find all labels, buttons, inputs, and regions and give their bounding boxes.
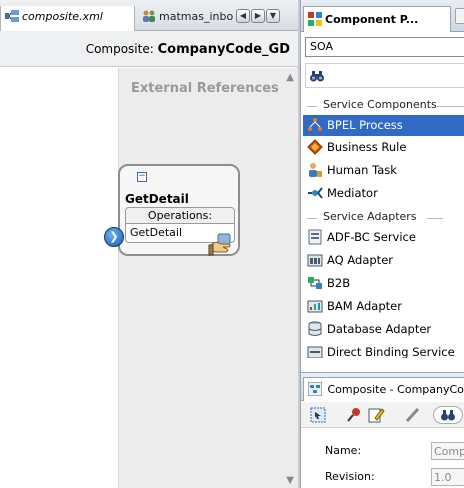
tab-composite-xml[interactable]: composite.xml	[0, 6, 135, 31]
palette-item-label: AQ Adapter	[327, 253, 393, 267]
palette-item-b2b[interactable]: B2B	[303, 273, 464, 294]
service-name: GetDetail	[125, 192, 189, 206]
composite-canvas[interactable]: External References ▲ ▼	[0, 68, 298, 488]
tab-matmas-inbound[interactable]: matmas_inbou	[138, 6, 234, 31]
business-rule-icon	[307, 139, 323, 155]
pin-icon[interactable]	[345, 406, 363, 424]
palette-item-database-adapter[interactable]: Database Adapter	[303, 319, 464, 340]
b2b-icon	[307, 275, 323, 291]
palette-item-direct-binding-service[interactable]: Direct Binding Service	[303, 342, 464, 358]
tab-label: matmas_inbou	[159, 10, 234, 23]
external-references-title: External References	[131, 81, 279, 96]
composite-editor: composite.xml matmas_inbou ◀ ▶ ▼ Composite…	[0, 0, 298, 488]
find-icon[interactable]	[433, 406, 463, 424]
bam-adapter-icon	[307, 298, 323, 314]
revision-field[interactable]: 1.0	[431, 468, 464, 486]
inspector-title: Composite - CompanyCo	[327, 383, 464, 396]
collapse-icon[interactable]: −	[137, 172, 147, 182]
palette-item-aq-adapter[interactable]: AQ Adapter	[303, 250, 464, 271]
tab-scroll-right-button[interactable]: ▶	[251, 9, 265, 23]
palette-item-label: B2B	[327, 276, 351, 290]
external-references-swimlane[interactable]: External References ▲ ▼	[118, 68, 298, 488]
palette-title-bar: Component P...	[301, 0, 464, 32]
group-label: Service Adapters	[321, 210, 419, 223]
aq-adapter-icon	[307, 252, 323, 268]
edit-icon[interactable]	[367, 406, 385, 424]
service-interface-arrow-icon[interactable]: ❯	[104, 227, 124, 247]
binoculars-icon	[309, 68, 325, 84]
mediator-icon	[307, 185, 323, 201]
component-palette-icon	[308, 12, 322, 26]
tab-nav-buttons: ◀ ▶ ▼	[236, 8, 281, 23]
tab-scroll-left-button[interactable]: ◀	[236, 9, 250, 23]
name-field[interactable]: Comp	[431, 442, 464, 460]
group-service-adapters: Service Adapters	[301, 210, 464, 226]
palette-item-bam-adapter[interactable]: BAM Adapter	[303, 296, 464, 317]
palette-item-label: ADF-BC Service	[327, 230, 416, 244]
palette-item-bpel-process[interactable]: BPEL Process	[303, 115, 464, 136]
palette-item-adf-bc-service[interactable]: ADF-BC Service	[303, 227, 464, 248]
bpel-icon	[307, 117, 323, 133]
scroll-down-arrow-icon[interactable]: ▼	[286, 475, 294, 486]
group-label: Service Components	[321, 98, 439, 111]
tab-property-inspector[interactable]: Composite - CompanyCo	[303, 377, 464, 401]
database-adapter-icon	[307, 321, 323, 337]
palette-item-label: Business Rule	[327, 140, 407, 154]
palette-item-business-rule[interactable]: Business Rule	[303, 137, 464, 158]
mediator-people-icon	[142, 10, 156, 22]
scroll-up-arrow-icon[interactable]: ▲	[286, 72, 294, 83]
pencil-icon[interactable]	[403, 406, 421, 424]
composite-header: Composite: CompanyCode_GD	[0, 31, 298, 67]
direct-binding-icon	[307, 344, 323, 358]
group-service-components: Service Components	[301, 98, 464, 114]
palette-item-label: Human Task	[327, 163, 397, 177]
revision-label: Revision:	[325, 470, 375, 483]
editor-tab-bar: composite.xml matmas_inbou ◀ ▶ ▼	[0, 0, 298, 31]
inspector-body: Name: Comp Revision: 1.0	[301, 429, 464, 488]
palette-item-label: BPEL Process	[327, 118, 403, 132]
palette-item-label: Direct Binding Service	[327, 345, 455, 358]
palette-item-mediator[interactable]: Mediator	[303, 183, 464, 204]
composite-name: CompanyCode_GD	[157, 42, 290, 57]
property-inspector: Composite - CompanyCo Name: Comp Revisio…	[300, 372, 464, 488]
palette-item-label: Database Adapter	[327, 322, 432, 336]
tab-component-palette[interactable]: Component P...	[303, 6, 451, 32]
palette-title: Component P...	[325, 13, 419, 26]
composite-icon	[5, 10, 19, 22]
adf-bc-icon	[307, 229, 323, 245]
palette-item-label: BAM Adapter	[327, 299, 402, 313]
operations-header: Operations:	[126, 208, 234, 224]
select-icon[interactable]	[309, 406, 327, 424]
tab-label: composite.xml	[22, 10, 103, 23]
composite-prefix: Composite:	[85, 42, 154, 56]
tab-list-button[interactable]: ▼	[266, 9, 280, 23]
palette-search[interactable]	[305, 63, 464, 88]
palette-category-select[interactable]: SOA	[305, 37, 464, 57]
adapter-hand-icon	[207, 232, 233, 258]
inspector-title-bar: Composite - CompanyCo	[301, 373, 464, 401]
human-task-icon	[307, 162, 323, 178]
component-palette: Component P... SOA Service Components BP…	[300, 0, 464, 372]
palette-item-label: Mediator	[327, 186, 378, 200]
palette-next-tab[interactable]	[455, 8, 464, 24]
composite-label: Composite: CompanyCode_GD	[86, 42, 290, 57]
name-label: Name:	[325, 444, 362, 457]
inspector-toolbar	[301, 402, 464, 428]
palette-item-human-task[interactable]: Human Task	[303, 160, 464, 181]
composite-properties-icon	[307, 381, 323, 397]
